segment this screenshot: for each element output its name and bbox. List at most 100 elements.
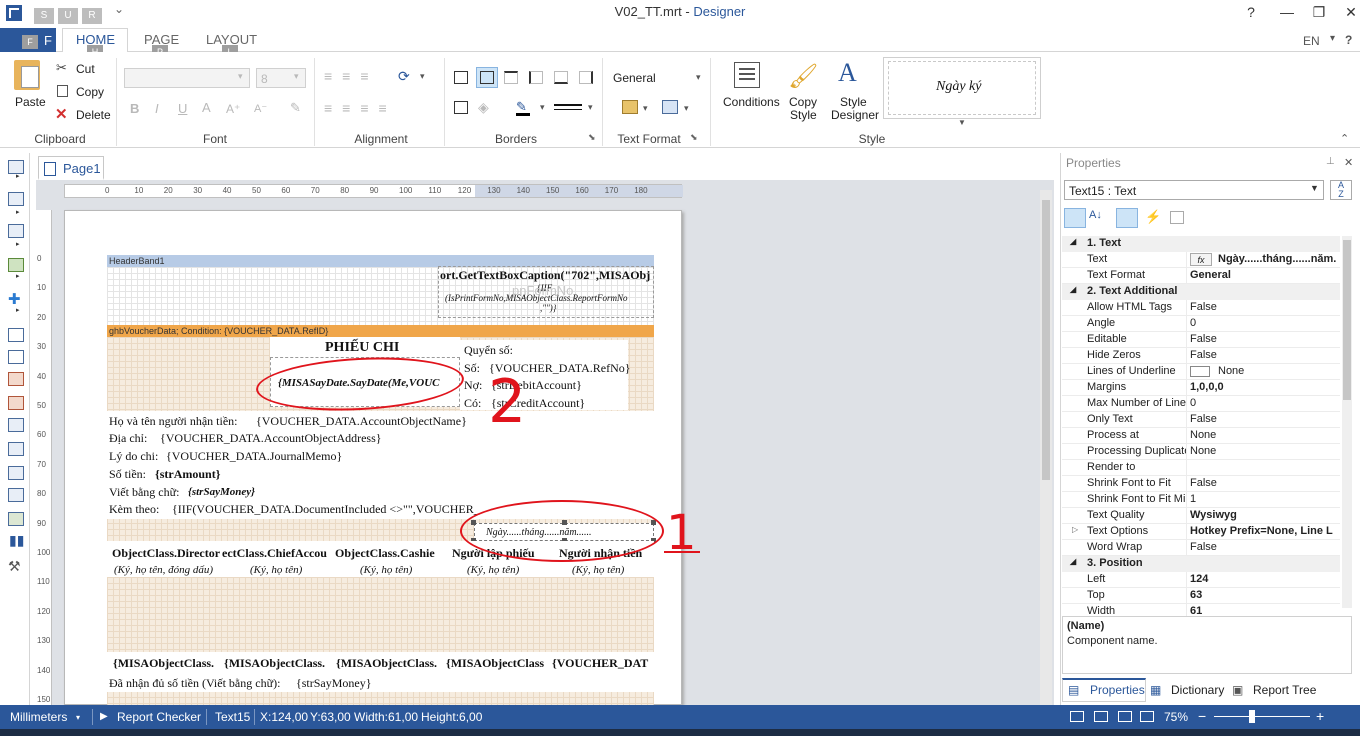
sign-header-cashier[interactable]: ObjectClass.Cashie <box>335 546 443 561</box>
property-scroll-thumb[interactable] <box>1343 240 1351 400</box>
recipient-field[interactable]: {VOUCHER_DATA.AccountObjectName} <box>256 414 467 429</box>
text-tool-icon[interactable] <box>8 328 24 342</box>
qat-customize-icon[interactable]: ⌄ <box>114 2 124 16</box>
property-value[interactable]: 1,0,0,0 <box>1190 381 1340 393</box>
property-value[interactable]: False <box>1190 477 1340 489</box>
help-icon[interactable]: ? <box>1345 33 1352 47</box>
conditions-icon[interactable] <box>734 62 760 88</box>
bold-icon[interactable]: B <box>130 101 139 116</box>
tab-report-tree[interactable]: Report Tree <box>1253 683 1316 697</box>
attach-label[interactable]: Kèm theo: <box>109 502 159 517</box>
subreport-tool-icon[interactable] <box>8 466 24 480</box>
qat-save-key[interactable]: S <box>34 8 54 24</box>
property-value[interactable]: 0 <box>1190 397 1340 409</box>
property-row[interactable]: Left 124 <box>1062 572 1340 588</box>
sort-az-icon[interactable]: AZ <box>1330 180 1352 200</box>
property-value[interactable]: None <box>1190 445 1340 457</box>
sign-header-director[interactable]: ObjectClass.Director <box>112 546 220 561</box>
view-normal-icon[interactable] <box>1070 711 1084 722</box>
table-tool-icon[interactable] <box>8 488 24 502</box>
received-field[interactable]: {strSayMoney} <box>296 676 372 691</box>
top-border-icon[interactable] <box>504 71 518 84</box>
property-row[interactable]: Hide Zeros False <box>1062 348 1340 364</box>
property-category[interactable]: ◢ 2. Text Additional <box>1062 284 1340 300</box>
zoom-out-icon[interactable]: − <box>1198 708 1206 724</box>
book-label[interactable]: Quyển số: <box>464 343 513 358</box>
property-value[interactable]: 1 <box>1190 493 1340 505</box>
zoom-slider-thumb[interactable] <box>1249 710 1255 723</box>
property-row[interactable]: Text Format General <box>1062 268 1340 284</box>
clear-format-icon[interactable]: ✎ <box>290 100 301 116</box>
zoom-level[interactable]: 75% <box>1164 710 1188 724</box>
property-pages-icon[interactable] <box>1170 211 1184 224</box>
close-button[interactable]: ✕ <box>1334 0 1360 26</box>
expression-icon[interactable]: fx <box>1190 253 1212 266</box>
zoom-in-icon[interactable]: + <box>1316 708 1324 724</box>
expand-arrow-icon[interactable]: ▸ <box>16 208 20 216</box>
rotate-text-icon[interactable]: ⟳ <box>398 68 410 85</box>
property-value[interactable]: None <box>1218 365 1340 377</box>
collapse-icon[interactable]: ◢ <box>1070 557 1076 566</box>
sign-sub-cashier[interactable]: (Ký, họ tên) <box>360 564 412 576</box>
view-fit-icon[interactable] <box>1118 711 1132 722</box>
property-row[interactable]: Process at None <box>1062 428 1340 444</box>
italic-icon[interactable]: I <box>155 101 159 116</box>
property-value[interactable]: False <box>1190 333 1340 345</box>
property-row[interactable]: Word Wrap False <box>1062 540 1340 556</box>
clone-tool-icon[interactable] <box>8 442 24 456</box>
left-border-icon[interactable] <box>529 71 543 84</box>
property-row[interactable]: Processing Duplicates None <box>1062 444 1340 460</box>
chart-tool-icon[interactable]: ▮▮ <box>9 532 24 549</box>
close-panel-icon[interactable]: ✕ <box>1344 156 1353 169</box>
words-label[interactable]: Viết bằng chữ: <box>109 485 179 500</box>
sign-sub-preparer[interactable]: (Ký, họ tên) <box>467 564 519 576</box>
property-row[interactable]: Editable False <box>1062 332 1340 348</box>
expand-arrow-icon[interactable]: ▸ <box>16 306 20 314</box>
property-value[interactable]: False <box>1190 349 1340 361</box>
underline-icon[interactable]: U <box>178 101 187 116</box>
sign-sub-chief-accountant[interactable]: (Ký, họ tên) <box>250 564 302 576</box>
language-chevron-icon[interactable]: ▾ <box>1330 33 1335 44</box>
sign-name-preparer[interactable]: {MISAObjectClass <box>446 656 550 671</box>
property-value[interactable]: Ngày......tháng......năm. <box>1218 253 1340 265</box>
paste-button[interactable]: Paste <box>15 95 46 109</box>
text-in-cells-tool-icon[interactable] <box>8 372 24 386</box>
canvas-scroll-thumb[interactable] <box>1042 200 1050 480</box>
style-designer-icon[interactable]: A <box>838 58 857 88</box>
panel-tool-icon[interactable] <box>8 418 24 432</box>
all-borders-icon[interactable] <box>454 71 468 84</box>
language-selector[interactable]: EN <box>1303 34 1320 48</box>
restore-button[interactable]: ❐ <box>1302 0 1336 26</box>
expand-arrow-icon[interactable]: ▸ <box>16 272 20 280</box>
pin-icon[interactable]: ⊥ <box>1326 156 1335 167</box>
picture-tool-icon[interactable] <box>8 512 24 526</box>
events-icon[interactable]: ⚡ <box>1145 209 1161 225</box>
property-row[interactable]: Top 63 <box>1062 588 1340 604</box>
sign-sub-recipient[interactable]: (Ký, họ tên) <box>572 564 624 576</box>
cut-button[interactable]: Cut <box>76 62 95 76</box>
font-color-icon[interactable]: A <box>202 100 211 115</box>
collapse-icon[interactable]: ◢ <box>1070 285 1076 294</box>
copy-style-button[interactable]: Copy <box>789 95 817 109</box>
property-row[interactable]: Margins 1,0,0,0 <box>1062 380 1340 396</box>
sign-name-director[interactable]: {MISAObjectClass. <box>113 656 221 671</box>
border-settings-icon[interactable] <box>454 101 468 114</box>
text-format-launcher-icon[interactable]: ⬊ <box>690 132 698 143</box>
property-value[interactable]: Wysiwyg <box>1190 509 1340 521</box>
rich-text-tool-icon[interactable] <box>8 350 24 364</box>
sign-name-cashier[interactable]: {MISAObjectClass. <box>336 656 444 671</box>
property-row[interactable]: Angle 0 <box>1062 316 1340 332</box>
received-label[interactable]: Đã nhận đủ số tiền (Viết bằng chữ): <box>109 676 280 691</box>
voucher-title[interactable]: PHIẾU CHI <box>325 340 399 356</box>
bottom-border-icon[interactable] <box>554 71 568 84</box>
sign-name-recipient[interactable]: {VOUCHER_DAT <box>552 656 652 671</box>
categorized-view-icon[interactable] <box>1064 208 1086 228</box>
component-select[interactable]: Text15 : Text <box>1064 180 1324 200</box>
qat-redo-key[interactable]: R <box>82 8 102 24</box>
property-category[interactable]: ◢ 3. Position <box>1062 556 1340 572</box>
property-row[interactable]: Allow HTML Tags False <box>1062 300 1340 316</box>
property-row[interactable]: Shrink Font to Fit Minimum1 <box>1062 492 1340 508</box>
property-row[interactable]: Only Text False <box>1062 412 1340 428</box>
property-value[interactable]: Hotkey Prefix=None, Line L <box>1190 525 1340 537</box>
property-row[interactable]: Render to <box>1062 460 1340 476</box>
